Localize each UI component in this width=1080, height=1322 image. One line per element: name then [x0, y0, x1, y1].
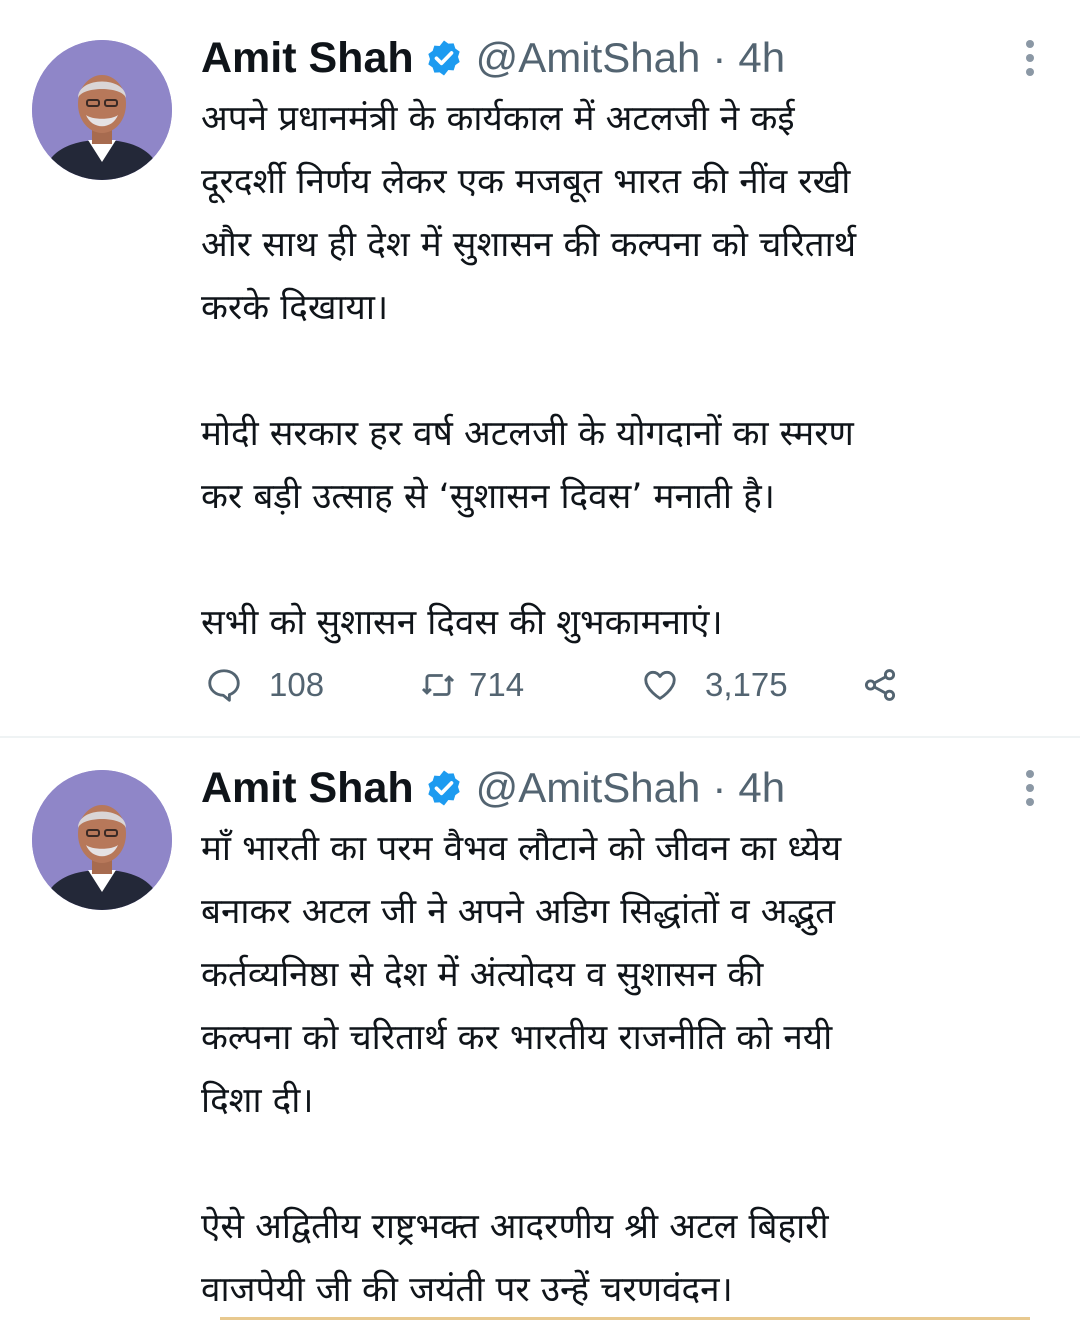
reply-button[interactable]: 108 — [205, 660, 324, 710]
tweet-paragraph: अपने प्रधानमंत्री के कार्यकाल में अटलजी … — [201, 99, 857, 328]
like-count: 3,175 — [705, 666, 788, 703]
reply-count: 108 — [269, 666, 325, 703]
avatar-image — [32, 40, 172, 180]
verified-badge-icon — [427, 770, 460, 806]
tweet-paragraph: ऐसे अद्वितीय राष्ट्रभक्त आदरणीय श्री अटल… — [201, 1207, 829, 1310]
avatar-image — [32, 770, 172, 910]
avatar[interactable] — [32, 40, 172, 180]
tweet-divider — [0, 736, 1080, 738]
author-name[interactable]: Amit Shah — [201, 34, 414, 83]
share-icon — [864, 669, 896, 701]
timestamp[interactable]: 4h — [738, 764, 785, 812]
author-handle[interactable]: @AmitShah — [476, 764, 701, 812]
share-button[interactable] — [861, 660, 899, 710]
retweet-button[interactable]: 714 — [419, 660, 524, 710]
separator-dot: · — [712, 764, 727, 811]
tweet-paragraph: माँ भारती का परम वैभव लौटाने को जीवन का … — [201, 829, 842, 1121]
reply-bubble-icon — [208, 669, 240, 702]
timestamp[interactable]: 4h — [738, 34, 785, 82]
tweet-actions: 108 714 3,175 — [201, 660, 921, 710]
author-name[interactable]: Amit Shah — [201, 764, 414, 813]
tweet-text: अपने प्रधानमंत्री के कार्यकाल में अटलजी … — [201, 88, 1061, 655]
heart-icon — [644, 670, 676, 700]
avatar[interactable] — [32, 770, 172, 910]
verified-badge-icon — [427, 40, 460, 76]
more-vertical-icon[interactable] — [1024, 770, 1036, 810]
author-handle[interactable]: @AmitShah — [476, 34, 701, 82]
more-vertical-icon[interactable] — [1024, 40, 1036, 80]
retweet-count: 714 — [469, 666, 525, 703]
tweet-paragraph: सभी को सुशासन दिवस की शुभकामनाएं। — [201, 603, 723, 643]
tweet-header: Amit Shah @AmitShah · 4h — [201, 28, 785, 88]
retweet-icon — [421, 674, 455, 696]
like-button[interactable]: 3,175 — [641, 660, 788, 710]
tweet-paragraph: मोदी सरकार हर वर्ष अटलजी के योगदानों का … — [201, 414, 854, 517]
separator-dot: · — [712, 34, 727, 81]
tweet-header: Amit Shah @AmitShah · 4h — [201, 758, 785, 818]
tweet-text: माँ भारती का परम वैभव लौटाने को जीवन का … — [201, 818, 1061, 1322]
embedded-card-edge — [220, 1317, 1030, 1320]
